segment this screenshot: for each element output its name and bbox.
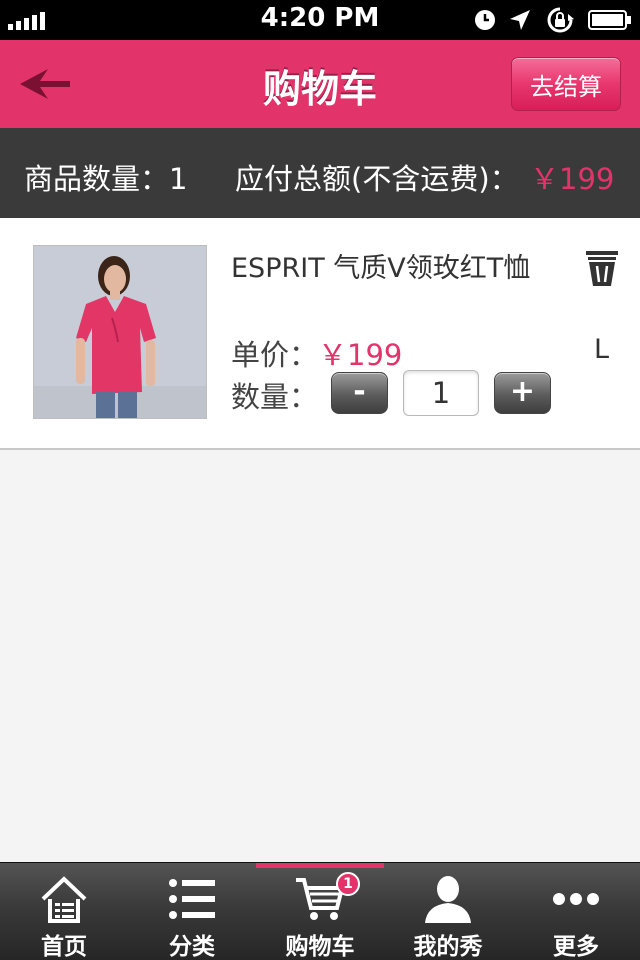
clock-icon (475, 10, 495, 30)
quantity-input[interactable] (403, 370, 479, 416)
tab-label: 我的秀 (413, 934, 483, 960)
rotation-lock-icon (547, 7, 574, 33)
total-amount: ￥199 (530, 162, 615, 196)
more-icon (553, 893, 599, 905)
delete-item-button[interactable] (585, 248, 619, 288)
back-arrow-icon (20, 69, 70, 99)
tab-label: 分类 (169, 934, 215, 960)
home-icon (41, 876, 87, 923)
list-icon (169, 879, 215, 919)
product-image[interactable] (33, 245, 207, 419)
tab-more[interactable]: 更多 (512, 863, 640, 960)
increase-quantity-button[interactable]: + (494, 372, 551, 414)
tab-home[interactable]: 首页 (0, 863, 128, 960)
status-bar: 4:20 PM (0, 0, 640, 40)
tab-cart[interactable]: 1 购物车 (256, 863, 384, 960)
tab-category[interactable]: 分类 (128, 863, 256, 960)
cart-item: ESPRIT 气质V领玫红T恤 单价：￥199 数量： - + L (0, 218, 640, 450)
tab-label: 购物车 (285, 934, 355, 960)
unit-price-row: 单价：￥199 (231, 332, 402, 374)
quantity-label: 数量： (231, 380, 319, 414)
size-label: L (594, 334, 610, 365)
cart-summary-bar: 商品数量：1 应付总额(不含运费)： ￥199 (0, 128, 640, 218)
tab-label: 首页 (41, 934, 87, 960)
item-count-text: 商品数量：1 (24, 162, 188, 196)
battery-icon (588, 10, 631, 30)
tab-label: 更多 (553, 934, 599, 960)
tab-my-show[interactable]: 我的秀 (384, 863, 512, 960)
nav-header: 购物车 去结算 (0, 40, 640, 128)
checkout-button[interactable]: 去结算 (511, 57, 621, 111)
total-label: 应付总额(不含运费)： (235, 162, 519, 196)
cart-count-badge: 1 (336, 872, 360, 896)
user-icon (425, 876, 471, 923)
trash-icon (586, 251, 618, 286)
back-button[interactable] (18, 64, 74, 104)
unit-price-label: 单价： (231, 338, 319, 372)
decrease-quantity-button[interactable]: - (331, 372, 388, 414)
tab-bar: 首页 分类 1 购物车 我的秀 更多 (0, 862, 640, 960)
product-name[interactable]: ESPRIT 气质V领玫红T恤 (231, 250, 541, 288)
location-arrow-icon (510, 10, 530, 30)
unit-price: ￥199 (318, 338, 403, 372)
